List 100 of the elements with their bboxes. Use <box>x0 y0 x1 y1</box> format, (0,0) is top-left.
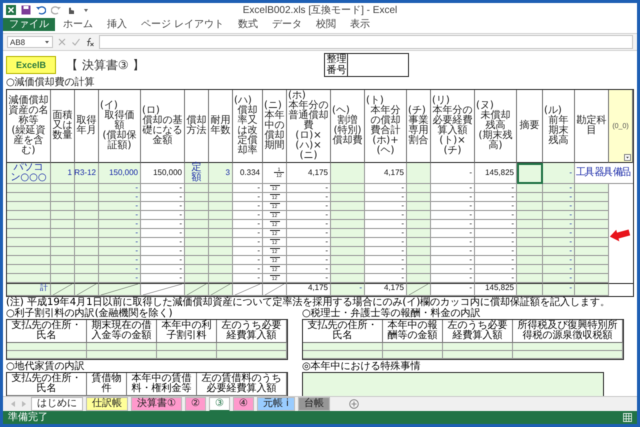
table-cell[interactable] <box>209 229 233 238</box>
table-cell[interactable] <box>517 163 543 184</box>
table-cell[interactable] <box>517 238 543 247</box>
table-cell[interactable] <box>75 184 99 193</box>
table-cell[interactable] <box>185 274 209 283</box>
table-cell[interactable]: パソコン○○○ <box>7 163 51 184</box>
table-cell[interactable]: - <box>233 238 263 247</box>
table-cell[interactable] <box>209 211 233 220</box>
table-cell[interactable] <box>185 229 209 238</box>
table-cell[interactable]: 計 <box>7 283 51 296</box>
table-cell[interactable] <box>185 220 209 229</box>
table-cell[interactable] <box>209 256 233 265</box>
ribbon-tab[interactable]: ページ レイアウト <box>135 18 230 31</box>
table-cell[interactable] <box>209 184 233 193</box>
table-cell[interactable] <box>513 343 623 351</box>
table-cell[interactable] <box>517 229 543 238</box>
undo-icon[interactable] <box>36 5 46 15</box>
table-cell[interactable]: - <box>431 247 475 256</box>
table-cell[interactable]: - <box>99 256 141 265</box>
table-cell[interactable] <box>575 265 609 274</box>
table-cell[interactable]: - <box>99 193 141 202</box>
table-cell[interactable]: - <box>543 184 575 193</box>
table-cell[interactable] <box>383 343 443 351</box>
table-cell[interactable] <box>209 274 233 283</box>
table-cell[interactable] <box>407 220 431 229</box>
table-cell[interactable] <box>331 265 365 274</box>
table-cell[interactable]: - <box>99 211 141 220</box>
table-cell[interactable]: - <box>431 283 475 296</box>
table-cell[interactable] <box>407 274 431 283</box>
table-cell[interactable] <box>383 351 443 359</box>
table-cell[interactable] <box>443 351 513 359</box>
table-cell[interactable]: 0.334 <box>233 163 263 184</box>
table-cell[interactable]: - <box>431 229 475 238</box>
table-cell[interactable]: - <box>233 211 263 220</box>
table-cell[interactable] <box>517 184 543 193</box>
table-cell[interactable] <box>51 211 75 220</box>
table-cell[interactable]: - <box>431 211 475 220</box>
table-cell[interactable] <box>407 229 431 238</box>
sheet-tab[interactable]: ③ <box>208 396 230 412</box>
table-cell[interactable] <box>331 184 365 193</box>
table-cell[interactable] <box>185 265 209 274</box>
table-cell[interactable]: - <box>233 274 263 283</box>
table-cell[interactable]: 定額 <box>185 163 209 184</box>
table-cell[interactable] <box>87 351 157 359</box>
table-cell[interactable] <box>331 238 365 247</box>
table-cell[interactable] <box>51 265 75 274</box>
sheet-tab[interactable]: ④ <box>232 397 254 411</box>
table-cell[interactable] <box>51 184 75 193</box>
table-cell[interactable]: - <box>99 202 141 211</box>
sheet-tab[interactable]: 仕訳帳 <box>86 397 128 411</box>
table-cell[interactable] <box>7 351 87 359</box>
table-cell[interactable] <box>407 163 431 184</box>
table-cell[interactable] <box>75 256 99 265</box>
table-cell[interactable] <box>7 211 51 220</box>
table-cell[interactable] <box>185 211 209 220</box>
table-cell[interactable]: - <box>543 247 575 256</box>
table-cell[interactable] <box>407 265 431 274</box>
table-cell[interactable] <box>575 229 609 238</box>
table-cell[interactable] <box>517 247 543 256</box>
sheet-tab[interactable]: 決算書① <box>131 397 182 411</box>
ribbon-tab[interactable]: ホーム <box>57 18 99 31</box>
table-cell[interactable] <box>575 211 609 220</box>
table-cell[interactable] <box>87 343 157 351</box>
table-cell[interactable] <box>75 265 99 274</box>
table-cell[interactable]: - <box>233 193 263 202</box>
table-cell[interactable]: - <box>431 238 475 247</box>
table-cell[interactable]: - <box>99 238 141 247</box>
table-cell[interactable]: - <box>543 238 575 247</box>
table-cell[interactable] <box>7 229 51 238</box>
table-cell[interactable] <box>7 274 51 283</box>
table-cell[interactable] <box>51 256 75 265</box>
table-cell[interactable] <box>7 184 51 193</box>
table-cell[interactable] <box>575 220 609 229</box>
table-cell[interactable]: - <box>543 283 575 296</box>
table-cell[interactable] <box>185 193 209 202</box>
table-cell[interactable] <box>517 283 543 296</box>
save-icon[interactable] <box>21 5 31 15</box>
table-cell[interactable] <box>7 265 51 274</box>
table-cell[interactable] <box>407 238 431 247</box>
ribbon-tab[interactable]: 数式 <box>232 18 264 31</box>
table-cell[interactable] <box>331 193 365 202</box>
table-cell[interactable] <box>517 220 543 229</box>
table-cell[interactable] <box>75 211 99 220</box>
table-cell[interactable]: - <box>99 274 141 283</box>
table-cell[interactable] <box>75 274 99 283</box>
table-cell[interactable] <box>443 343 513 351</box>
table-cell[interactable] <box>575 274 609 283</box>
sheet-tab[interactable]: はじめに <box>31 397 83 411</box>
table-cell[interactable]: - <box>543 256 575 265</box>
table-cell[interactable] <box>209 265 233 274</box>
ribbon-tab[interactable]: 表示 <box>344 18 376 31</box>
table-cell[interactable] <box>331 220 365 229</box>
table-cell[interactable] <box>209 247 233 256</box>
table-cell[interactable] <box>575 256 609 265</box>
table-cell[interactable]: - <box>233 184 263 193</box>
table-cell[interactable]: - <box>99 229 141 238</box>
table-cell[interactable] <box>51 193 75 202</box>
table-cell[interactable] <box>575 193 609 202</box>
table-cell[interactable]: - <box>431 184 475 193</box>
name-box[interactable]: AB8 <box>7 36 53 48</box>
